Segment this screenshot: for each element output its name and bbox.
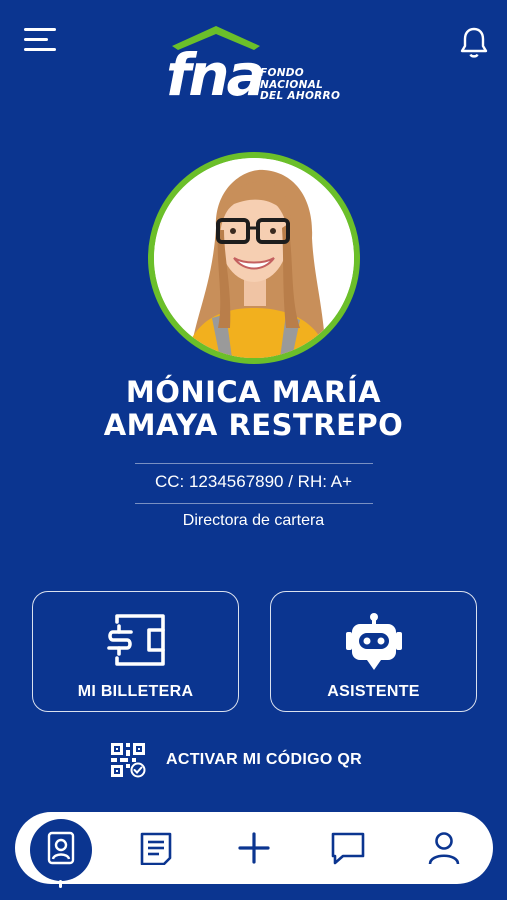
fna-logo: fna FONDO NACIONAL DEL AHORRO <box>166 24 346 104</box>
logo-mark: fna <box>166 41 266 109</box>
user-role: Directora de cartera <box>182 512 325 529</box>
wallet-icon <box>106 614 165 666</box>
user-full-name: MÓNICA MARÍA AMAYA RESTREPO <box>0 376 507 442</box>
user-name-line: AMAYA RESTREPO <box>103 408 404 442</box>
nav-documents[interactable] <box>126 812 186 884</box>
nav-chat[interactable] <box>318 812 378 884</box>
wallet-button[interactable]: MI BILLETERA <box>32 591 239 712</box>
hamburger-menu-icon[interactable] <box>24 28 58 56</box>
user-icon <box>428 832 460 865</box>
qr-label: ACTIVAR MI CÓDIGO QR <box>166 751 362 768</box>
profile-photo <box>148 152 360 364</box>
nav-profile[interactable] <box>414 812 474 884</box>
plus-icon <box>238 832 270 864</box>
assistant-button[interactable]: ASISTENTE <box>270 591 477 712</box>
logo-word: FONDO <box>260 67 305 79</box>
wallet-label: MI BILLETERA <box>77 683 194 700</box>
activate-qr-button[interactable]: ACTIVAR MI CÓDIGO QR <box>110 742 362 778</box>
qr-code-icon <box>111 743 146 778</box>
nav-id-card[interactable] <box>31 812 91 884</box>
app-screen: fna FONDO NACIONAL DEL AHORRO MÓNICA MAR… <box>0 0 507 900</box>
user-name-line: MÓNICA MARÍA <box>125 375 382 409</box>
document-icon <box>140 832 172 865</box>
active-tab-dot <box>59 880 62 888</box>
chat-icon <box>331 832 365 865</box>
bottom-nav <box>15 812 493 884</box>
robot-icon <box>345 613 402 670</box>
id-card-icon <box>47 831 75 865</box>
nav-add[interactable] <box>224 812 284 884</box>
assistant-label: ASISTENTE <box>327 683 420 700</box>
bell-icon[interactable] <box>459 26 489 60</box>
logo-word: DEL AHORRO <box>260 90 341 102</box>
logo-words: FONDO NACIONAL DEL AHORRO <box>260 67 341 103</box>
divider <box>135 503 373 504</box>
divider <box>135 463 373 464</box>
id-document-text: CC: 1234567890 / RH: A+ <box>154 472 353 491</box>
